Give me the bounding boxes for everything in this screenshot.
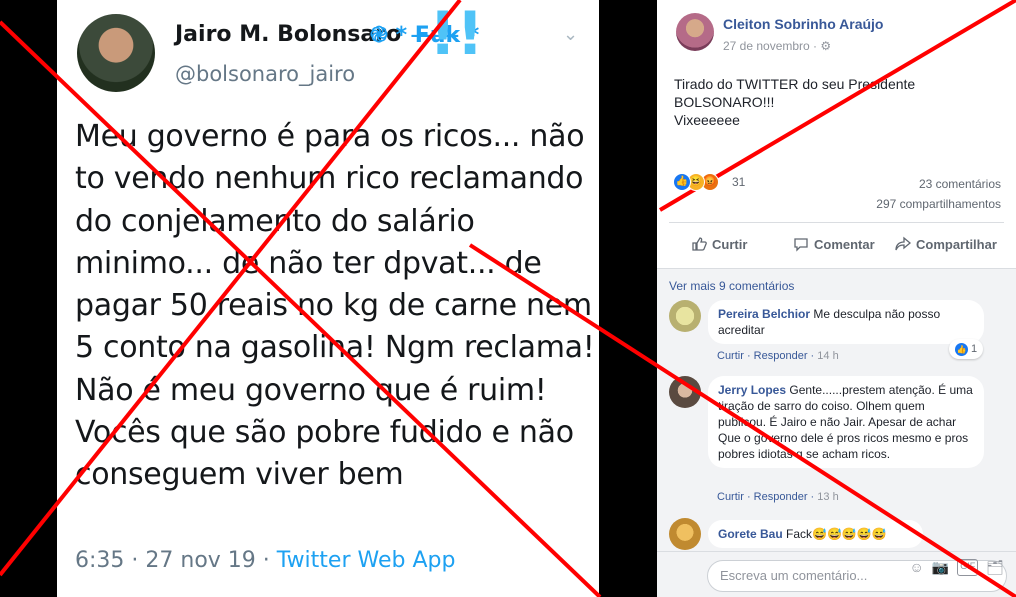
- comment-label: Comentar: [814, 236, 875, 252]
- exclamation-emoji: !!: [429, 0, 484, 69]
- more-comments-link[interactable]: Ver mais 9 comentários: [669, 279, 794, 293]
- tweet-source: Twitter Web App: [276, 548, 456, 573]
- comment-composer: Escreva um comentário... ☺ 📷 GIF 🗂: [657, 551, 1016, 597]
- share-label: Compartilhar: [916, 236, 997, 252]
- emoji-icon[interactable]: ☺: [909, 559, 923, 576]
- comment-bubble: Gorete Bau Fack😅😅😅😅😅: [708, 520, 923, 548]
- chevron-down-icon: ⌄: [563, 24, 579, 44]
- like-reaction-icon: 👍: [673, 173, 691, 191]
- comment-reply-link[interactable]: Responder: [754, 350, 808, 362]
- comments-section: Ver mais 9 comentários Pereira Belchior …: [657, 268, 1016, 551]
- camera-icon[interactable]: 📷: [932, 559, 949, 576]
- sticker-icon[interactable]: 🗂: [986, 559, 1004, 576]
- comment-like-link[interactable]: Curtir: [717, 491, 744, 503]
- gif-icon[interactable]: GIF: [957, 559, 979, 576]
- comment-bubble: Jerry Lopes Gente......prestem atenção. …: [708, 376, 984, 468]
- left-panel: Jairo M. Bolonsaro ֎ * F̶u̶k̶ * !! ⌄ @bo…: [0, 0, 657, 597]
- tweet-text: Meu governo é para os ricos... não to ve…: [75, 119, 595, 493]
- tweet-time: 6:35 · 27 nov 19 ·: [75, 548, 277, 573]
- tweet-author-name: Jairo M. Bolonsaro: [175, 22, 402, 47]
- facebook-post: Cleiton Sobrinho Araújo 27 de novembro ·…: [657, 0, 1016, 597]
- comment-time[interactable]: 13 h: [817, 491, 838, 503]
- commenter-name[interactable]: Pereira Belchior: [718, 307, 810, 321]
- commenter-avatar[interactable]: [669, 376, 701, 408]
- commenter-avatar[interactable]: [669, 518, 701, 550]
- share-button[interactable]: Compartilhar: [895, 236, 997, 252]
- comment-time[interactable]: 14 h: [817, 350, 838, 362]
- comment-icon: [794, 238, 808, 252]
- comment-reply-link[interactable]: Responder: [754, 491, 808, 503]
- comment-button[interactable]: Comentar: [793, 236, 875, 252]
- tweet-avatar: [77, 14, 155, 92]
- comment-text: Fack😅😅😅😅😅: [786, 527, 887, 541]
- composer-icons: ☺ 📷 GIF 🗂: [909, 559, 1004, 576]
- like-button[interactable]: Curtir: [691, 236, 747, 252]
- comment-actions: Curtir · Responder · 13 h: [717, 491, 839, 503]
- reaction-count[interactable]: 31: [732, 175, 745, 189]
- comment-bubble: Pereira Belchior Me desculpa não posso a…: [708, 300, 984, 344]
- like-label: Curtir: [712, 236, 748, 252]
- like-reaction-icon: 👍: [954, 342, 968, 356]
- tweet-screenshot: Jairo M. Bolonsaro ֎ * F̶u̶k̶ * !! ⌄ @bo…: [57, 0, 599, 597]
- commenter-avatar[interactable]: [669, 300, 701, 332]
- tweet-handle: @bolsonaro_jairo: [175, 62, 356, 86]
- commenter-name[interactable]: Jerry Lopes: [718, 383, 786, 397]
- comment-reactions[interactable]: 👍 1: [949, 339, 983, 359]
- post-text: Tirado do TWITTER do seu Presidente BOLS…: [674, 76, 916, 128]
- author-avatar[interactable]: [676, 13, 714, 51]
- shares-count[interactable]: 297 compartilhamentos: [876, 197, 1001, 211]
- post-author[interactable]: Cleiton Sobrinho Araújo: [723, 16, 883, 32]
- divider: [669, 222, 1004, 223]
- tweet-meta: 6:35 · 27 nov 19 · Twitter Web App: [75, 548, 455, 573]
- post-date[interactable]: 27 de novembro · ⚙: [723, 39, 831, 53]
- commenter-name[interactable]: Gorete Bau: [718, 527, 783, 541]
- comments-count[interactable]: 23 comentários: [919, 177, 1001, 191]
- comment-like-link[interactable]: Curtir: [717, 350, 744, 362]
- comment-reaction-count: 1: [970, 343, 978, 355]
- thumbs-up-icon: [692, 237, 707, 251]
- share-icon: [895, 236, 911, 251]
- comment-actions: Curtir · Responder · 14 h: [717, 350, 839, 362]
- post-actions: Curtir Comentar Compartilhar: [657, 230, 1016, 260]
